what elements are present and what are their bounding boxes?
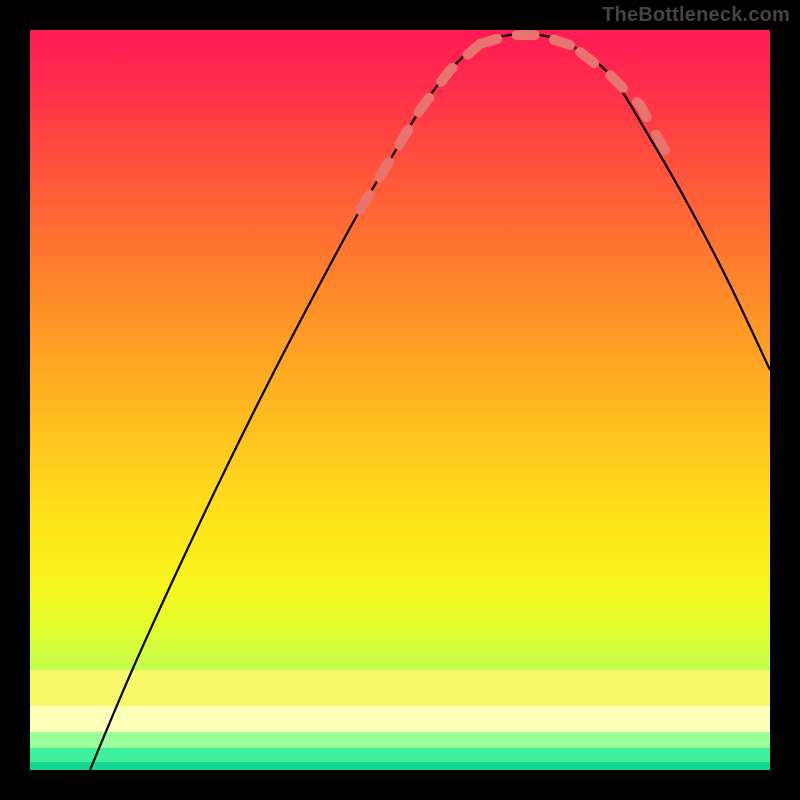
watermark-text: TheBottleneck.com xyxy=(602,4,790,27)
dash-dashed-bottom xyxy=(480,35,570,45)
dash-dashed-left xyxy=(360,44,480,210)
curve-svg xyxy=(30,30,770,770)
curve-bottleneck-curve xyxy=(90,34,770,770)
chart-frame: TheBottleneck.com xyxy=(0,0,800,800)
dash-dashed-right xyxy=(580,52,670,160)
plot-area xyxy=(30,30,770,770)
